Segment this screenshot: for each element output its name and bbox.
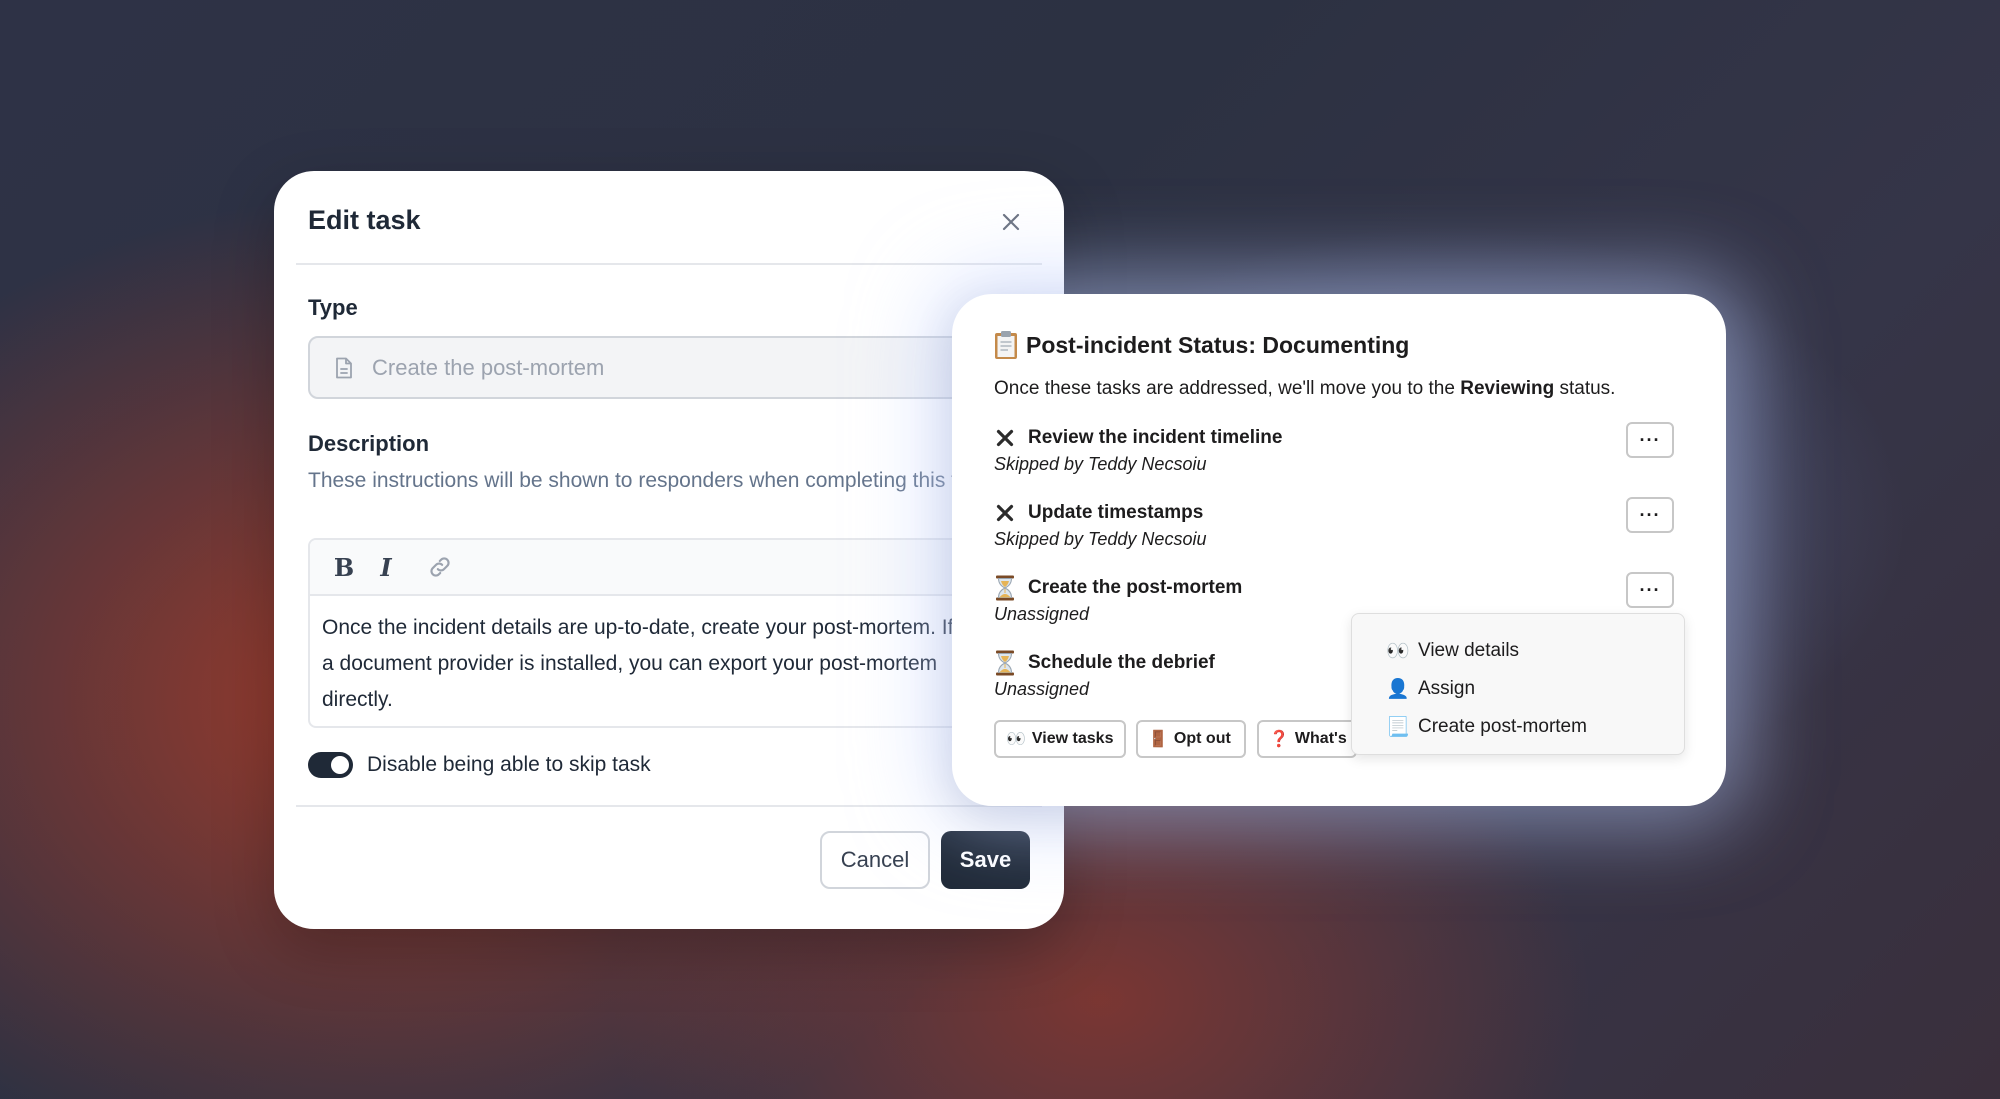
task-item: Update timestamps Skipped by Teddy Necso… bbox=[994, 499, 1206, 550]
close-button[interactable] bbox=[996, 207, 1026, 237]
question-icon: ❓ bbox=[1269, 731, 1289, 748]
editor-content[interactable]: Once the incident details are up-to-date… bbox=[310, 596, 1064, 726]
task-actions-menu: 👀 View details 👤 Assign 📃 Create post-mo… bbox=[1351, 613, 1685, 755]
description-help: These instructions will be shown to resp… bbox=[308, 469, 996, 492]
task-more-button[interactable]: ··· bbox=[1626, 572, 1674, 608]
intro-suffix: status. bbox=[1554, 378, 1616, 399]
description-editor[interactable]: B I Once the incident details are up-to-… bbox=[308, 538, 1064, 728]
menu-item-create-post-mortem[interactable]: 📃 Create post-mortem bbox=[1352, 708, 1684, 746]
action-label: View tasks bbox=[1031, 730, 1114, 747]
menu-item-assign[interactable]: 👤 Assign bbox=[1352, 670, 1684, 708]
task-title: Update timestamps bbox=[1028, 502, 1204, 523]
task-title: Schedule the debrief bbox=[1028, 652, 1215, 673]
modal-title: Edit task bbox=[308, 205, 421, 235]
menu-item-label: Create post-mortem bbox=[1418, 716, 1587, 737]
task-subtitle: Skipped by Teddy Necsoiu bbox=[994, 529, 1207, 549]
italic-icon: I bbox=[380, 552, 392, 582]
action-label: Opt out bbox=[1173, 730, 1231, 747]
view-tasks-button[interactable]: 👀 View tasks bbox=[994, 720, 1126, 758]
menu-item-label: Assign bbox=[1418, 678, 1476, 699]
task-more-button[interactable]: ··· bbox=[1626, 497, 1674, 533]
menu-item-view-details[interactable]: 👀 View details bbox=[1352, 632, 1684, 670]
card-title-text: Post-incident Status: Documenting bbox=[1026, 331, 1410, 358]
x-icon bbox=[994, 426, 1016, 450]
x-icon bbox=[994, 501, 1016, 525]
task-title: Review the incident timeline bbox=[1028, 427, 1283, 448]
close-icon bbox=[1002, 213, 1020, 231]
person-icon: 👤 bbox=[1386, 679, 1410, 700]
page-icon: 📃 bbox=[1386, 717, 1410, 738]
header-divider bbox=[296, 263, 1042, 265]
action-label: What's bbox=[1294, 730, 1347, 747]
toggle-label: Disable being able to skip task bbox=[367, 753, 651, 776]
edit-task-modal: Edit task Type Create the post-mortem De… bbox=[274, 171, 1064, 929]
eyes-icon: 👀 bbox=[1386, 641, 1410, 662]
post-incident-status-card: Post-incident Status: Documenting Once t… bbox=[952, 294, 1726, 806]
bold-icon: B bbox=[333, 552, 355, 582]
type-field[interactable]: Create the post-mortem bbox=[308, 336, 1064, 399]
skip-toggle[interactable] bbox=[308, 752, 353, 778]
type-label: Type bbox=[308, 295, 358, 320]
editor-toolbar: B I bbox=[310, 540, 1064, 596]
intro-prefix: Once these tasks are addressed, we'll mo… bbox=[994, 378, 1461, 399]
cancel-button[interactable]: Cancel bbox=[820, 831, 930, 889]
card-title: Post-incident Status: Documenting bbox=[994, 330, 1409, 360]
eyes-icon: 👀 bbox=[1006, 731, 1026, 748]
footer-divider bbox=[296, 805, 1042, 807]
bold-button[interactable]: B bbox=[324, 547, 364, 587]
hourglass-icon bbox=[994, 575, 1016, 601]
clipboard-icon bbox=[995, 331, 1017, 359]
hourglass-icon bbox=[994, 650, 1016, 676]
skip-toggle-row: Disable being able to skip task bbox=[308, 752, 651, 778]
menu-item-label: View details bbox=[1418, 640, 1520, 661]
task-title: Create the post-mortem bbox=[1028, 577, 1243, 598]
save-button[interactable]: Save bbox=[941, 831, 1030, 889]
opt-out-button[interactable]: 🚪 Opt out bbox=[1136, 720, 1246, 758]
type-value: Create the post-mortem bbox=[372, 354, 605, 380]
toggle-knob bbox=[331, 756, 349, 774]
task-subtitle: Unassigned bbox=[994, 679, 1090, 699]
intro-status: Reviewing bbox=[1460, 378, 1555, 399]
link-button[interactable] bbox=[420, 547, 460, 587]
card-intro: Once these tasks are addressed, we'll mo… bbox=[994, 378, 1615, 400]
description-label: Description bbox=[308, 431, 430, 456]
document-icon bbox=[336, 357, 352, 378]
door-icon: 🚪 bbox=[1148, 731, 1168, 748]
link-icon bbox=[430, 557, 450, 577]
task-item: Review the incident timeline Skipped by … bbox=[994, 424, 1282, 475]
whats-next-button[interactable]: ❓ What's bbox=[1257, 720, 1357, 758]
task-subtitle: Unassigned bbox=[994, 604, 1090, 624]
task-item: Schedule the debrief Unassigned bbox=[994, 649, 1215, 700]
task-item: Create the post-mortem Unassigned bbox=[994, 574, 1242, 625]
task-subtitle: Skipped by Teddy Necsoiu bbox=[994, 454, 1207, 474]
italic-button[interactable]: I bbox=[366, 547, 406, 587]
task-more-button[interactable]: ··· bbox=[1626, 422, 1674, 458]
modal-header: Edit task bbox=[274, 171, 1064, 264]
